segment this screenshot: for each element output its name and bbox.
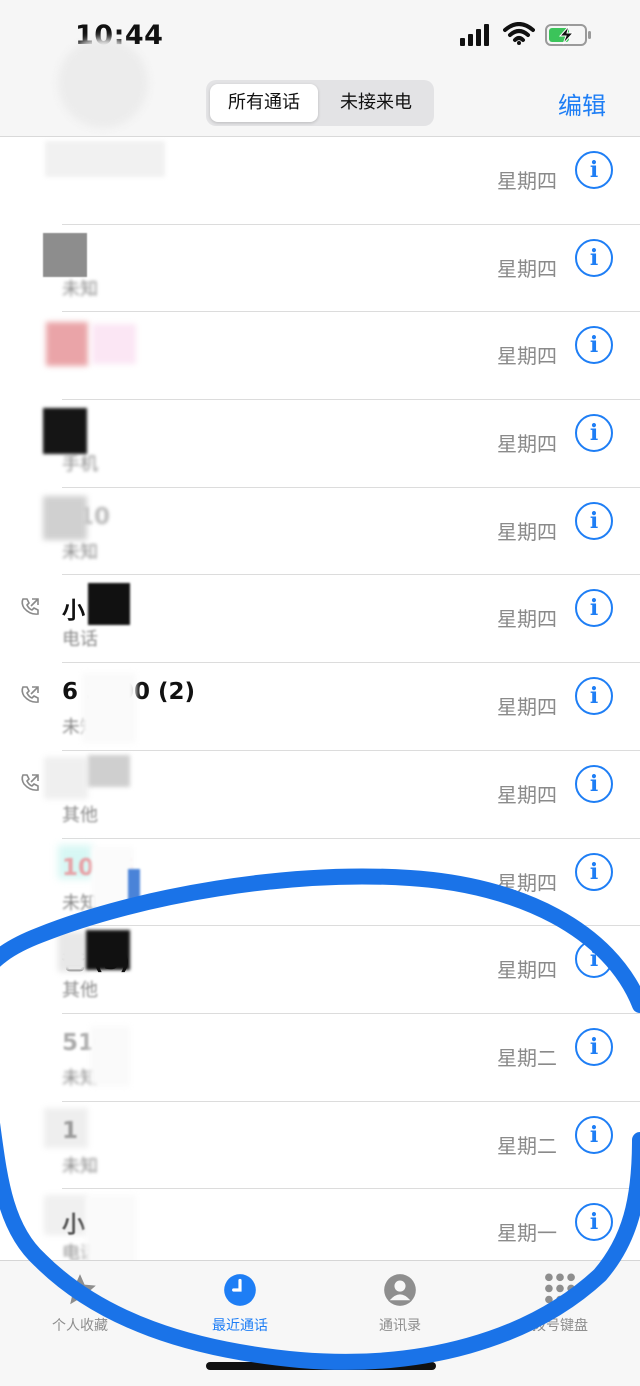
- call-row[interactable]: 1 未知 星期二 i: [0, 1102, 640, 1190]
- info-button[interactable]: i: [575, 1203, 613, 1242]
- outgoing-call-icon: [21, 598, 39, 616]
- wifi-icon: [503, 22, 535, 45]
- call-type-label: 未知: [62, 278, 98, 300]
- tab-label: 拨号键盘: [532, 1318, 588, 1334]
- caller-name: 1: [62, 1117, 79, 1144]
- home-indicator[interactable]: [206, 1362, 436, 1370]
- call-row[interactable]: 未知 星期四 i: [0, 225, 640, 313]
- contacts-icon: [384, 1274, 416, 1306]
- call-type-label: 其他: [62, 804, 98, 826]
- call-day: 星期四: [497, 432, 557, 457]
- tab-label: 个人收藏: [52, 1318, 108, 1334]
- clock-icon: [224, 1274, 256, 1306]
- call-row[interactable]: 手机 星期四 i: [0, 400, 640, 488]
- keypad-icon: [545, 1273, 575, 1304]
- tab-favorites[interactable]: 个人收藏: [20, 1271, 140, 1335]
- call-day: 星期四: [497, 695, 557, 720]
- call-day: 星期四: [497, 958, 557, 983]
- call-day: 星期四: [497, 782, 557, 807]
- navigation-bar: 所有通话 未接来电 编辑: [0, 38, 640, 137]
- segmented-control: 所有通话 未接来电: [206, 80, 434, 126]
- info-button[interactable]: i: [575, 501, 613, 540]
- info-button[interactable]: i: [575, 940, 613, 979]
- call-row[interactable]: 10 35 未知 星期四 i: [0, 839, 640, 927]
- call-row[interactable]: 510 未知 星期四 i: [0, 488, 640, 576]
- info-button[interactable]: i: [575, 589, 613, 628]
- call-day: 星期四: [497, 169, 557, 193]
- call-type-label: 电话: [62, 629, 98, 651]
- info-button[interactable]: i: [575, 764, 613, 803]
- call-type-label: 其他: [62, 980, 98, 1002]
- cellular-signal-icon: [460, 24, 489, 46]
- call-row[interactable]: 510 未知 星期二 i: [0, 1014, 640, 1102]
- call-day: 星期二: [497, 1045, 557, 1070]
- call-day: 星期二: [497, 1133, 557, 1158]
- outgoing-call-icon: [21, 774, 39, 791]
- tab-recents[interactable]: 最近通话: [180, 1271, 300, 1335]
- tab-label: 最近通话: [212, 1318, 268, 1334]
- info-button[interactable]: i: [575, 1115, 613, 1154]
- info-button[interactable]: i: [575, 326, 613, 365]
- avatar: [58, 38, 148, 128]
- edit-button[interactable]: 编辑: [558, 86, 606, 121]
- segment-missed-calls[interactable]: 未接来电: [322, 84, 430, 122]
- call-row[interactable]: 其他 星期四 i: [0, 751, 640, 839]
- info-button[interactable]: i: [575, 238, 613, 277]
- call-day: 星期四: [497, 344, 557, 369]
- call-day: 星期四: [497, 607, 557, 632]
- call-row[interactable]: 5 星期四 i: [0, 312, 640, 401]
- call-day: 星期四: [497, 256, 557, 281]
- battery-charging-icon: [545, 24, 591, 46]
- tab-label: 通讯录: [379, 1318, 421, 1334]
- tab-keypad[interactable]: 拨号键盘: [500, 1271, 620, 1335]
- info-button[interactable]: i: [575, 677, 613, 716]
- recent-calls-list: 星期四 i 未知 星期四 i 5 星期四 i 手机 星期四 i 510 未知 星…: [0, 137, 640, 1277]
- call-day: 星期四: [497, 870, 557, 895]
- call-type-label: 未知: [62, 1155, 98, 1177]
- outgoing-call-icon: [21, 686, 39, 704]
- call-day: 星期四: [497, 519, 557, 544]
- star-icon: [64, 1274, 96, 1305]
- call-row[interactable]: 6 3000 (2) 未知 星期四 i: [0, 663, 640, 751]
- call-day: 星期一: [497, 1221, 557, 1246]
- info-button[interactable]: i: [575, 1027, 613, 1066]
- call-row[interactable]: 星期四 i: [0, 137, 640, 225]
- call-type-label: 未知: [62, 541, 98, 563]
- call-row[interactable]: 小 妈 电话 星期四 i: [0, 575, 640, 664]
- segment-all-calls[interactable]: 所有通话: [210, 84, 318, 122]
- info-button[interactable]: i: [575, 151, 613, 189]
- tab-contacts[interactable]: 通讯录: [340, 1271, 460, 1335]
- info-button[interactable]: i: [575, 852, 613, 891]
- call-row[interactable]: 爸 (3) 其他 星期四 i: [0, 926, 640, 1014]
- info-button[interactable]: i: [575, 414, 613, 453]
